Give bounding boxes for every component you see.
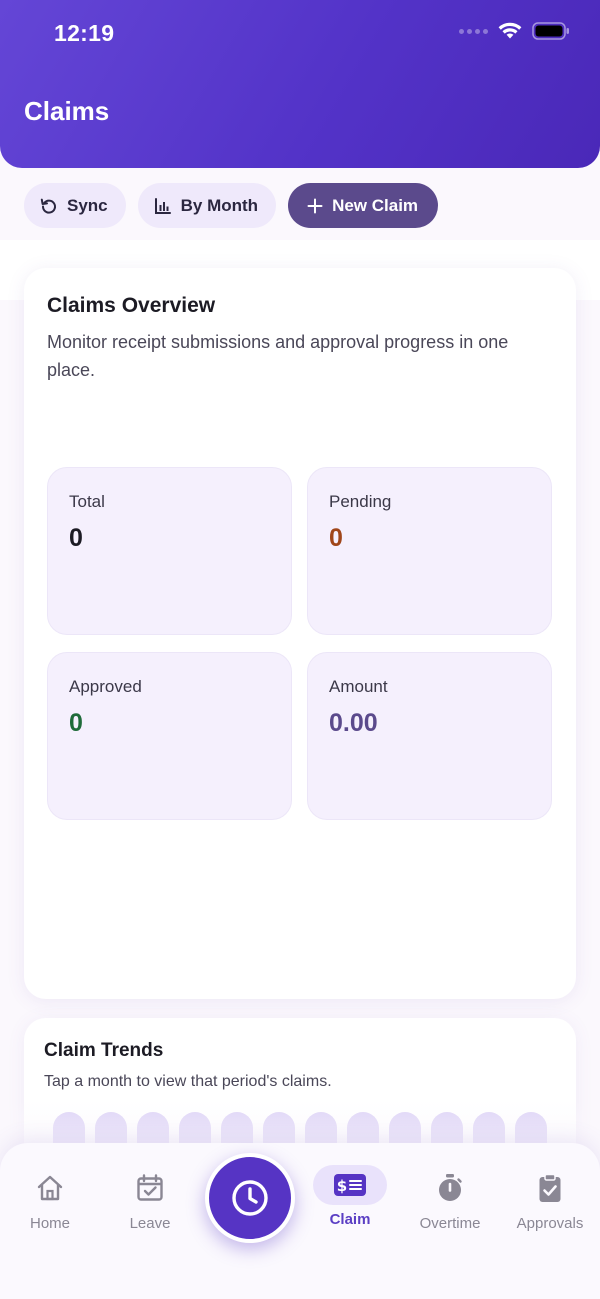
stat-card-pending[interactable]: Pending 0 xyxy=(307,467,552,635)
overview-title: Claims Overview xyxy=(47,294,216,317)
stat-card-approved[interactable]: Approved 0 xyxy=(47,652,292,820)
bottom-navigation: Home Leave $ Claim Overtime Approvals xyxy=(0,1143,600,1299)
nav-item-label: Claim xyxy=(329,1211,371,1228)
nav-item-claim[interactable]: $ Claim xyxy=(300,1143,400,1243)
stat-value: 0 xyxy=(69,524,83,552)
active-indicator: $ xyxy=(313,1165,387,1205)
plus-icon xyxy=(307,198,323,213)
new-claim-button[interactable]: New Claim xyxy=(288,183,439,228)
clipboard-check-icon xyxy=(539,1173,561,1202)
sync-icon xyxy=(40,198,56,214)
clock-icon xyxy=(232,1180,268,1216)
toolbar: Sync By Month New Claim xyxy=(24,183,439,228)
nav-item-approvals[interactable]: Approvals xyxy=(500,1143,600,1243)
nav-item-overtime[interactable]: Overtime xyxy=(400,1143,500,1243)
sync-button-label: Sync xyxy=(67,195,108,215)
nav-item-label: Leave xyxy=(129,1215,171,1232)
nav-item-leave[interactable]: Leave xyxy=(100,1143,200,1243)
stopwatch-icon xyxy=(439,1174,462,1201)
stat-label: Pending xyxy=(329,492,392,511)
new-claim-button-label: New Claim xyxy=(332,195,419,215)
nav-item-label: Home xyxy=(29,1215,70,1232)
status-bar-icons xyxy=(459,22,570,40)
wifi-icon xyxy=(498,22,522,39)
svg-text:$: $ xyxy=(337,1177,347,1195)
home-icon xyxy=(37,1175,63,1201)
by-month-button-label: By Month xyxy=(180,195,259,215)
bar-chart-icon xyxy=(154,197,171,214)
dollar-receipt-icon: $ xyxy=(334,1174,366,1196)
trends-title: Claim Trends xyxy=(44,1040,164,1061)
by-month-button[interactable]: By Month xyxy=(137,183,277,228)
stat-label: Approved xyxy=(69,677,142,696)
nav-item-label: Approvals xyxy=(516,1215,584,1232)
status-bar-time: 12:19 xyxy=(54,20,115,46)
nav-item-label: Overtime xyxy=(419,1215,481,1232)
sync-button[interactable]: Sync xyxy=(24,183,126,228)
stat-card-total[interactable]: Total 0 xyxy=(47,467,292,635)
stat-label: Amount xyxy=(329,677,388,696)
overview-description: Monitor receipt submissions and approval… xyxy=(47,332,509,380)
calendar-check-icon xyxy=(137,1174,163,1201)
clock-in-button[interactable] xyxy=(205,1153,295,1243)
claims-overview-card: Claims Overview Monitor receipt submissi… xyxy=(24,268,576,999)
stat-value: 0 xyxy=(329,524,343,552)
stat-value: 0 xyxy=(69,709,83,737)
cellular-signal-icon xyxy=(459,28,488,34)
stat-value: 0.00 xyxy=(329,709,378,737)
battery-icon xyxy=(532,22,569,40)
nav-item-home[interactable]: Home xyxy=(0,1143,100,1243)
stat-label: Total xyxy=(69,492,105,511)
page-title: Claims xyxy=(24,96,110,126)
stat-card-amount[interactable]: Amount 0.00 xyxy=(307,652,552,820)
trends-description: Tap a month to view that period's claims… xyxy=(44,1073,332,1090)
app-header: 12:19 Claims xyxy=(0,0,600,168)
